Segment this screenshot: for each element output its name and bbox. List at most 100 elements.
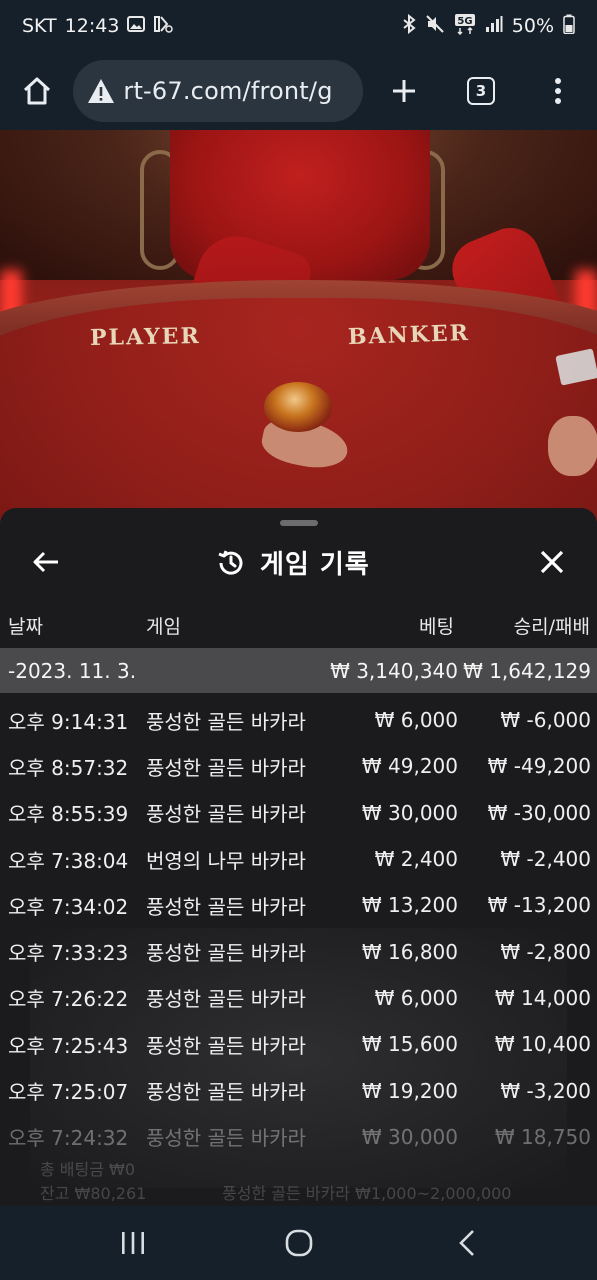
row-time: 오후 7:38:04 [8,848,129,873]
browser-menu-button[interactable] [520,52,597,130]
new-tab-button[interactable] [365,52,442,130]
more-vert-icon [555,78,562,104]
history-row[interactable]: 오후 7:38:04 번영의 나무 바카라 ₩ 2,400 ₩ -2,400 [0,836,597,882]
row-time: 오후 7:24:32 [8,1126,129,1151]
history-row[interactable]: 오후 7:33:23 풍성한 골든 바카라 ₩ 16,800 ₩ -2,800 [0,928,597,974]
recent-apps-button[interactable] [88,1206,178,1280]
balance-ghost: 잔고 ₩80,261 [40,1184,147,1203]
tab-count: 3 [467,77,496,105]
chevron-left-icon [459,1230,474,1256]
row-win-loss: ₩ 10,400 [494,1032,591,1057]
row-win-loss: ₩ 14,000 [494,985,591,1010]
history-row[interactable]: 오후 7:26:22 풍성한 골든 바카라 ₩ 6,000 ₩ 14,000 [0,975,597,1021]
arrow-left-icon [33,551,58,573]
row-win-loss: ₩ -13,200 [487,893,591,918]
total-bet-ghost: 총 배팅금 ₩0 [40,1160,136,1179]
history-row[interactable]: 오후 8:55:39 풍성한 골든 바카라 ₩ 30,000 ₩ -30,000 [0,790,597,836]
row-bet: ₩ 2,400 [374,847,458,872]
row-win-loss: ₩ -3,200 [500,1078,591,1103]
mute-icon [425,14,445,39]
row-win-loss: ₩ -30,000 [487,800,591,825]
back-nav-button[interactable] [422,1206,512,1280]
history-row[interactable]: 오후 8:57:32 풍성한 골든 바카라 ₩ 49,200 ₩ -49,200 [0,743,597,789]
home-icon [23,77,50,105]
row-time: 오후 7:33:23 [8,941,129,966]
row-game: 풍성한 골든 바카라 [146,755,306,780]
player-area-label: PLAYER [89,323,201,351]
row-game: 번영의 나무 바카라 [146,848,306,873]
card-shoe-button [264,382,332,432]
row-time: 오후 7:34:02 [8,894,129,919]
row-bet: ₩ 13,200 [361,893,458,918]
row-game: 풍성한 골든 바카라 [146,941,306,966]
row-time: 오후 7:25:07 [8,1080,129,1105]
game-history-sheet: 게임 기록 날짜 게임 베팅 승리/패배 -2023. 11. 3. ₩ 3,1… [0,508,597,1206]
network-5g-icon: 5G [454,13,476,40]
battery-icon [563,14,575,39]
banker-area-label: BANKER [347,319,471,351]
row-game: 풍성한 골든 바카라 [146,1080,306,1105]
dealer-hand [548,416,597,476]
sheet-header: 게임 기록 [0,528,597,592]
data-saver-icon [153,15,174,38]
carrier-label: SKT [22,15,57,37]
address-bar[interactable]: rt-67.com/front/g [73,60,363,122]
date-summary-row[interactable]: -2023. 11. 3. ₩ 3,140,340 ₩ 1,642,129 [0,648,597,693]
history-list: 오후 9:14:31 풍성한 골든 바카라 ₩ 6,000 ₩ -6,000 오… [0,697,597,1160]
background-game-footer: 총 배팅금 ₩0 잔고 ₩80,261 풍성한 골든 바카라 ₩1,000~2,… [0,1148,597,1206]
status-bar: SKT 12:43 5G 50% [0,0,597,52]
column-header-game[interactable]: 게임 [146,612,181,639]
history-row[interactable]: 오후 7:34:02 풍성한 골든 바카라 ₩ 13,200 ₩ -13,200 [0,882,597,928]
back-button[interactable] [26,542,66,582]
row-bet: ₩ 30,000 [361,800,458,825]
row-game: 풍성한 골든 바카라 [146,987,306,1012]
column-header-date[interactable]: 날짜 [8,612,43,639]
summary-date: -2023. 11. 3. [8,658,137,683]
battery-percent: 50% [511,15,554,37]
clock: 12:43 [64,15,120,37]
row-time: 오후 8:55:39 [8,802,129,827]
history-row[interactable]: 오후 9:14:31 풍성한 골든 바카라 ₩ 6,000 ₩ -6,000 [0,697,597,743]
row-win-loss: ₩ -2,800 [500,939,591,964]
column-header-win-loss[interactable]: 승리/패배 [514,612,590,639]
sheet-drag-handle[interactable] [280,520,318,526]
row-win-loss: ₩ -2,400 [500,847,591,872]
row-time: 오후 9:14:31 [8,709,129,734]
row-win-loss: ₩ 18,750 [494,1124,591,1149]
row-bet: ₩ 49,200 [361,754,458,779]
home-button[interactable] [0,52,73,130]
live-game-video[interactable]: PLAYER BANKER [0,130,597,530]
column-header-bet[interactable]: 베팅 [419,612,454,639]
row-game: 풍성한 골든 바카라 [146,802,306,827]
row-bet: ₩ 6,000 [374,708,458,733]
row-bet: ₩ 16,800 [361,939,458,964]
row-game: 풍성한 골든 바카라 [146,1033,306,1058]
row-time: 오후 8:57:32 [8,755,129,780]
row-time: 오후 7:26:22 [8,987,129,1012]
history-row[interactable]: 오후 7:25:07 풍성한 골든 바카라 ₩ 19,200 ₩ -3,200 [0,1067,597,1113]
home-nav-button[interactable] [254,1206,344,1280]
row-bet: ₩ 19,200 [361,1078,458,1103]
summary-win-loss: ₩ 1,642,129 [463,658,591,683]
row-win-loss: ₩ -6,000 [500,708,591,733]
row-time: 오후 7:25:43 [8,1033,129,1058]
row-game: 풍성한 골든 바카라 [146,709,306,734]
recents-icon [122,1232,144,1254]
close-button[interactable] [532,542,572,582]
warning-icon[interactable] [85,75,117,107]
table-header: 날짜 게임 베팅 승리/패배 [0,600,597,650]
gallery-icon [127,15,146,38]
row-game: 풍성한 골든 바카라 [146,1126,306,1151]
tab-switcher-button[interactable]: 3 [442,52,519,130]
close-icon [540,550,564,574]
row-bet: ₩ 15,600 [361,1032,458,1057]
url-text: rt-67.com/front/g [123,77,333,105]
sheet-title-group: 게임 기록 [216,544,370,581]
bluetooth-icon [402,13,416,39]
browser-toolbar: rt-67.com/front/g 3 [0,52,597,130]
row-win-loss: ₩ -49,200 [487,754,591,779]
row-bet: ₩ 30,000 [361,1124,458,1149]
summary-bet: ₩ 3,140,340 [330,658,458,683]
history-row[interactable]: 오후 7:25:43 풍성한 골든 바카라 ₩ 15,600 ₩ 10,400 [0,1021,597,1067]
history-icon [218,549,243,575]
